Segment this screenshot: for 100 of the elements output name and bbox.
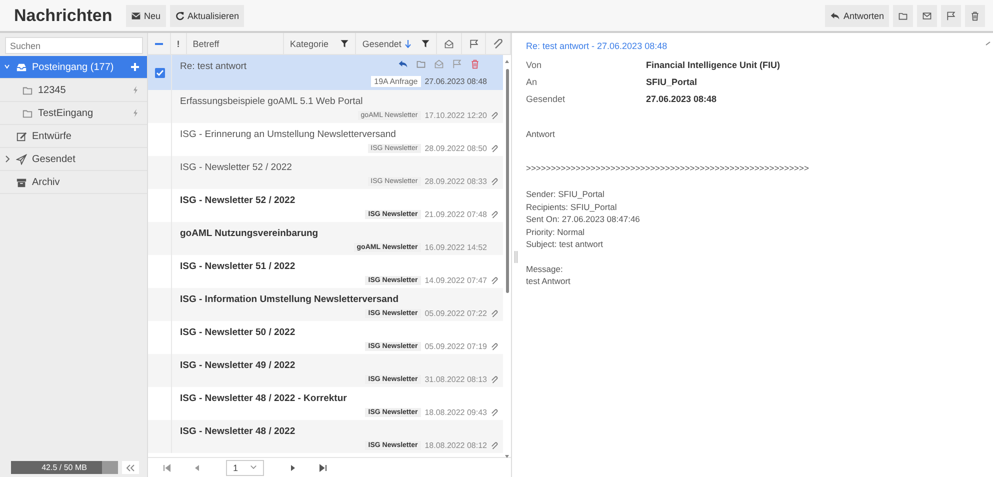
- field-label: Von: [526, 60, 543, 70]
- folder-label: Entwürfe: [32, 130, 72, 142]
- expand-icon: [985, 41, 991, 46]
- refresh-button[interactable]: Aktualisieren: [170, 4, 244, 26]
- folder-item[interactable]: Gesendet: [0, 148, 147, 171]
- field-value: 27.06.2023 08:48: [646, 94, 717, 104]
- open-envelope-icon: [434, 59, 444, 69]
- reply-arrow-icon: [398, 59, 408, 69]
- message-subject: ISG - Newsletter 52 / 2022: [180, 161, 292, 175]
- archive-box-icon: [16, 176, 27, 188]
- app-title: Nachrichten: [14, 6, 114, 26]
- folder-icon: [416, 59, 426, 69]
- flag-icon: [946, 10, 956, 20]
- paper-plane-icon: [16, 154, 27, 164]
- scrollbar-thumb[interactable]: [506, 69, 509, 293]
- message-subject: ISG - Newsletter 50 / 2022: [180, 326, 296, 340]
- category-tag: 19A Anfrage: [371, 76, 421, 87]
- envelope-icon: [131, 10, 141, 20]
- sort-down-arrow-icon: [405, 40, 412, 48]
- field-value: Financial Intelligence Unit (FIU): [646, 60, 780, 70]
- message-date: 17.10.2022 12:20: [424, 111, 487, 120]
- message-date: 05.09.2022 07:19: [424, 342, 487, 351]
- body-text-line: Antwort: [526, 128, 556, 140]
- first-page-arrow-icon: [163, 464, 171, 472]
- move-button[interactable]: [893, 4, 913, 26]
- folder-item[interactable]: Entwürfe: [0, 125, 147, 148]
- page-number: 1: [232, 462, 238, 472]
- body-text-line: Sender: SFIU_Portal: [526, 188, 606, 200]
- reply-button[interactable]: Antworten: [825, 4, 889, 26]
- message-date: 28.09.2022 08:33: [424, 177, 487, 186]
- message-row[interactable]: Re: test antwort 19A Anfrage 27.06.2023 08:48: [148, 55, 503, 90]
- body-text-line: Recipients: SFIU_Portal: [526, 200, 618, 213]
- folder-item[interactable]: 12345: [0, 79, 147, 102]
- folder-item[interactable]: TestEingang: [0, 102, 147, 125]
- delete-button[interactable]: [965, 4, 985, 26]
- folder-label: TestEingang: [38, 108, 94, 118]
- column-header[interactable]: Gesendet: [362, 38, 402, 48]
- checkbox[interactable]: [154, 68, 164, 78]
- check-icon: [156, 68, 164, 76]
- message-date: 27.06.2023 08:48: [424, 77, 487, 86]
- folder-item[interactable]: Archiv: [0, 171, 147, 194]
- chevron-right-icon: [4, 155, 10, 163]
- message-subject: ISG - Newsletter 48 / 2022: [180, 425, 296, 439]
- mail-button[interactable]: Neu: [126, 4, 166, 26]
- message-date: 28.09.2022 08:50: [424, 144, 487, 153]
- double-chevron-left-icon: [126, 464, 135, 472]
- message-subject: goAML Nutzungsvereinbarung: [180, 227, 318, 241]
- edit-icon: [16, 130, 27, 142]
- body-text-line: Subject: test antwort: [526, 238, 604, 250]
- next-page-arrow-icon: [289, 464, 297, 472]
- folder-icon: [22, 108, 33, 118]
- search-field[interactable]: Suchen: [5, 37, 143, 54]
- body-text-line: test Antwort: [526, 275, 572, 288]
- folder-icon: [898, 10, 908, 20]
- message-subject: Re: test antwort: [180, 60, 247, 74]
- folder-icon: [22, 84, 33, 96]
- lightning-icon: [133, 109, 138, 117]
- refresh-icon: [174, 10, 185, 20]
- message-subject: Erfassungsbeispiele goAML 5.1 Web Portal: [180, 95, 363, 109]
- flag-icon: [452, 59, 462, 69]
- message-date: 21.09.2022 07:48: [424, 210, 487, 219]
- folder-item[interactable]: Posteingang (177): [0, 56, 147, 79]
- chevron-down-icon: [250, 464, 257, 471]
- page-select[interactable]: 1: [226, 460, 264, 476]
- field-label: Gesendet: [526, 94, 566, 104]
- message-date: 18.08.2022 08:12: [424, 441, 487, 450]
- message-date: 16.09.2022 14:52: [424, 243, 487, 252]
- body-text-line: >>>>>>>>>>>>>>>>>>>>>>>>>>>>>>>>>>>>>>>>>>>>>>>>>>>>>>>>>: [526, 162, 810, 174]
- envelope-icon: [922, 10, 932, 20]
- folder-label: Posteingang (177): [32, 62, 114, 72]
- column-header[interactable]: Kategorie: [290, 38, 329, 48]
- collapse-button[interactable]: [122, 461, 139, 474]
- mark-mail-button[interactable]: [917, 4, 937, 26]
- message-date: 18.08.2022 09:43: [424, 408, 487, 417]
- column-header[interactable]: !: [170, 33, 187, 54]
- reply-arrow-icon: [830, 10, 840, 20]
- folder-label: Archiv: [32, 176, 60, 188]
- flag-button[interactable]: [941, 4, 961, 26]
- last-page-arrow-icon: [319, 464, 327, 472]
- folder-label: Gesendet: [32, 154, 76, 164]
- splitter-grip-icon: [514, 251, 518, 263]
- column-header[interactable]: Betreff: [186, 33, 284, 54]
- inbox-icon: [16, 62, 27, 72]
- body-text-line: Message:: [526, 262, 564, 275]
- message-subject: ISG - Newsletter 51 / 2022: [180, 260, 296, 274]
- trash-icon: [470, 59, 480, 69]
- field-value: SFIU_Portal: [646, 76, 698, 86]
- open-envelope-icon: [444, 38, 454, 48]
- plus-icon: [131, 63, 139, 71]
- field-label: An: [526, 76, 538, 86]
- message-title[interactable]: Re: test antwort - 27.06.2023 08:48: [526, 41, 981, 51]
- message-subject: ISG - Newsletter 49 / 2022: [180, 359, 296, 373]
- message-date: 14.09.2022 07:47: [424, 276, 487, 285]
- message-subject: ISG - Newsletter 52 / 2022: [180, 194, 296, 208]
- storage-label: 42.5 / 50 MB: [42, 463, 87, 472]
- message-date: 31.08.2022 08:13: [424, 375, 487, 384]
- previous-page-arrow-icon: [193, 464, 201, 472]
- flag-icon: [468, 38, 479, 48]
- message-date: 05.09.2022 07:22: [424, 309, 487, 318]
- body-text-line: Priority: Normal: [526, 226, 586, 238]
